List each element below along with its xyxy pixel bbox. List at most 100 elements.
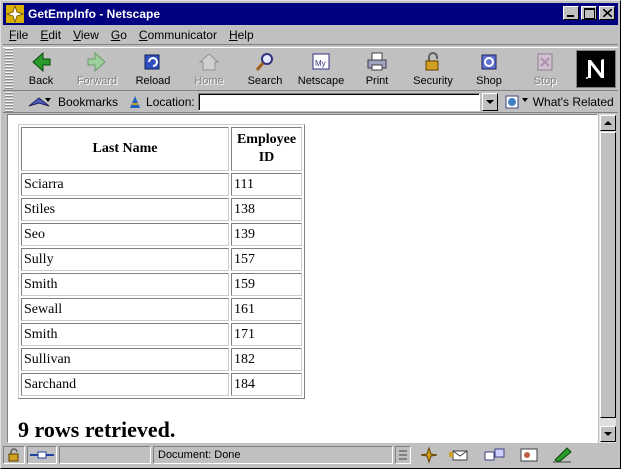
- whats-related-icon[interactable]: [504, 94, 530, 110]
- connection-status: [27, 446, 57, 464]
- column-header-last-name: Last Name: [21, 127, 229, 171]
- last-name-cell: Sullivan: [21, 348, 229, 371]
- scroll-up-button[interactable]: [600, 115, 616, 131]
- security-button[interactable]: Security: [405, 48, 461, 90]
- rows-retrieved-message: 9 rows retrieved.: [18, 417, 176, 442]
- last-name-cell: Sewall: [21, 298, 229, 321]
- whats-related-label[interactable]: What's Related: [533, 95, 614, 109]
- shop-icon: [481, 54, 497, 70]
- employee-id-cell: 157: [231, 248, 302, 271]
- stop-icon: [537, 53, 553, 71]
- maximize-button[interactable]: [581, 6, 597, 20]
- table-row: Sullivan 182: [21, 348, 302, 371]
- location-label: Location:: [146, 95, 195, 109]
- reload-icon: [144, 54, 160, 70]
- composer-icon[interactable]: [551, 446, 575, 464]
- employee-id-cell: 184: [231, 373, 302, 396]
- newsgroups-icon[interactable]: [483, 446, 509, 464]
- bookmarks-label[interactable]: Bookmarks: [58, 95, 118, 109]
- lock-icon: [425, 52, 439, 71]
- close-button[interactable]: [599, 6, 615, 20]
- toolbar-grip[interactable]: [5, 48, 13, 90]
- last-name-cell: Smith: [21, 323, 229, 346]
- connection-plug-icon: [30, 451, 54, 459]
- forward-arrow-icon: [87, 51, 106, 73]
- grip-lines-icon: [399, 450, 407, 460]
- last-name-cell: Sciarra: [21, 173, 229, 196]
- mail-icon[interactable]: [449, 446, 477, 464]
- location-input[interactable]: [197, 93, 480, 111]
- address-book-icon[interactable]: [517, 446, 541, 464]
- menu-go[interactable]: Go: [105, 28, 133, 42]
- menu-help[interactable]: Help: [223, 28, 260, 42]
- close-icon: [603, 9, 612, 17]
- search-button[interactable]: Search: [237, 48, 293, 90]
- home-button[interactable]: Home: [181, 48, 237, 90]
- employee-id-cell: 138: [231, 198, 302, 221]
- menu-file[interactable]: File: [3, 28, 34, 42]
- netscape-button[interactable]: My Netscape: [293, 48, 349, 90]
- vertical-scrollbar[interactable]: [598, 114, 616, 443]
- netscape-app-icon: [6, 5, 24, 23]
- last-name-cell: Stiles: [21, 198, 229, 221]
- scroll-down-button[interactable]: [600, 426, 616, 442]
- menu-view[interactable]: View: [67, 28, 105, 42]
- unlocked-padlock-icon: [8, 448, 19, 462]
- window-title: GetEmpInfo - Netscape: [28, 7, 161, 21]
- svg-text:My: My: [315, 59, 326, 68]
- menu-edit[interactable]: Edit: [34, 28, 67, 42]
- progress-bar: [59, 446, 151, 464]
- table-row: Sully 157: [21, 248, 302, 271]
- menu-communicator[interactable]: Communicator: [133, 28, 223, 42]
- location-dropdown-button[interactable]: [481, 93, 498, 111]
- menu-bar: File Edit View Go Communicator Help: [3, 26, 618, 45]
- netscape-logo[interactable]: [576, 50, 616, 88]
- stop-button[interactable]: Stop: [517, 48, 573, 90]
- page-content: Last Name Employee ID Sciarra 111 Stiles 1…: [7, 114, 598, 443]
- location-grip[interactable]: [5, 92, 13, 112]
- reload-button[interactable]: Reload: [125, 48, 181, 90]
- print-button[interactable]: Print: [349, 48, 405, 90]
- bookmarks-icon[interactable]: [27, 94, 55, 110]
- title-bar: GetEmpInfo - Netscape: [3, 3, 618, 25]
- column-header-employee-id: Employee ID: [231, 127, 302, 171]
- table-row: Stiles 138: [21, 198, 302, 221]
- forward-button[interactable]: Forward: [69, 48, 125, 90]
- security-status[interactable]: [3, 446, 25, 464]
- status-bar: Document: Done: [3, 444, 618, 466]
- last-name-cell: Seo: [21, 223, 229, 246]
- last-name-cell: Sarchand: [21, 373, 229, 396]
- netscape-icon: My: [312, 53, 330, 70]
- netscape-n-icon: [586, 59, 604, 79]
- table-row: Smith 159: [21, 273, 302, 296]
- browser-window: GetEmpInfo - Netscape File Edit View Go …: [0, 0, 621, 469]
- search-icon: [255, 53, 273, 71]
- last-name-cell: Sully: [21, 248, 229, 271]
- employee-id-cell: 161: [231, 298, 302, 321]
- employee-id-cell: 139: [231, 223, 302, 246]
- table-row: Smith 171: [21, 323, 302, 346]
- home-icon: [198, 53, 220, 71]
- employee-table: Last Name Employee ID Sciarra 111 Stiles 1…: [18, 124, 305, 399]
- component-bar-grip[interactable]: [395, 446, 411, 464]
- table-row: Sewall 161: [21, 298, 302, 321]
- shop-button[interactable]: Shop: [461, 48, 517, 90]
- table-row: Sarchand 184: [21, 373, 302, 396]
- table-row: Seo 139: [21, 223, 302, 246]
- last-name-cell: Smith: [21, 273, 229, 296]
- employee-id-cell: 111: [231, 173, 302, 196]
- minimize-button[interactable]: [563, 6, 579, 20]
- location-icon[interactable]: [127, 94, 143, 110]
- table-row: Sciarra 111: [21, 173, 302, 196]
- status-message: Document: Done: [153, 446, 393, 464]
- employee-id-cell: 182: [231, 348, 302, 371]
- navigator-icon[interactable]: [417, 446, 441, 464]
- navigation-toolbar: Back Forward Reload Home Search My Netsc…: [3, 47, 618, 91]
- scroll-thumb[interactable]: [600, 132, 616, 418]
- location-toolbar: Bookmarks Location: What's Related: [3, 92, 618, 113]
- employee-id-cell: 159: [231, 273, 302, 296]
- print-icon: [367, 52, 387, 71]
- back-button[interactable]: Back: [13, 48, 69, 90]
- back-arrow-icon: [32, 51, 51, 73]
- employee-id-cell: 171: [231, 323, 302, 346]
